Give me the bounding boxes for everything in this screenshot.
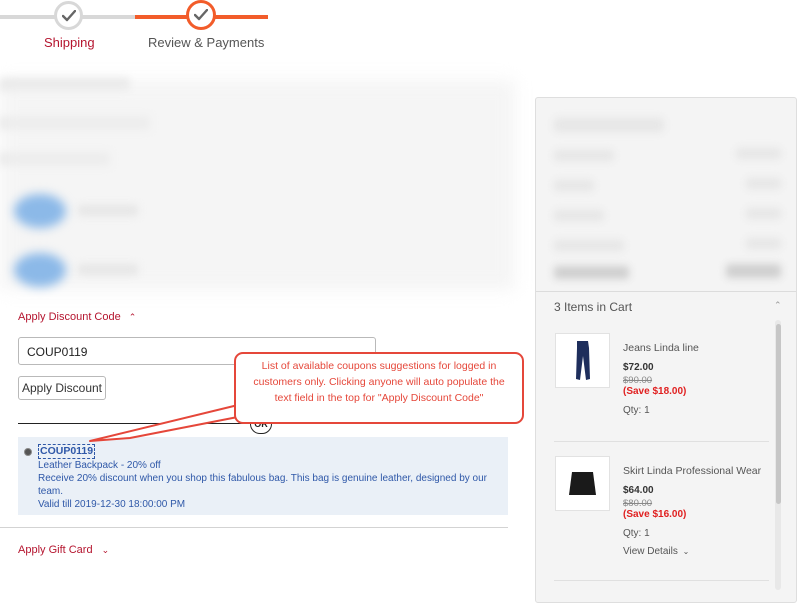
cart-item-savings: (Save $18.00): [623, 386, 687, 397]
jeans-image: [555, 333, 610, 388]
view-details-label: View Details: [623, 546, 678, 557]
view-details-toggle[interactable]: View Details ⌄: [623, 546, 689, 557]
blurred-summary-line: [554, 240, 624, 251]
blurred-summary-line: [746, 238, 781, 249]
blurred-summary-line: [736, 148, 781, 159]
apply-gift-card-label: Apply Gift Card: [18, 544, 93, 556]
order-summary-panel: 3 Items in Cart ⌃ Jeans Linda line $72.0…: [535, 97, 797, 603]
cart-item-name[interactable]: Skirt Linda Professional Wear: [623, 465, 761, 477]
cart-item-old-price: $90.00: [623, 375, 653, 386]
section-divider: [0, 527, 508, 528]
chevron-down-icon: ⌄: [682, 547, 690, 556]
blurred-summary-title: [554, 118, 664, 132]
blurred-summary-line: [554, 150, 614, 161]
apply-gift-card-toggle[interactable]: Apply Gift Card ⌄: [18, 544, 109, 556]
cart-item-price: $72.00: [623, 362, 654, 373]
cart-item-divider: [554, 580, 769, 581]
cart-item-qty: Qty: 1: [623, 405, 650, 416]
cart-item-old-price: $80.00: [623, 498, 653, 509]
cart-item-name[interactable]: Jeans Linda line: [623, 342, 699, 354]
blurred-summary-line: [746, 178, 781, 189]
skirt-image: [555, 456, 610, 511]
blurred-summary-total: [554, 266, 629, 279]
cart-item-price: $64.00: [623, 485, 654, 496]
cart-item-qty: Qty: 1: [623, 528, 650, 539]
chevron-up-icon: ⌃: [774, 300, 782, 310]
cart-item-savings: (Save $16.00): [623, 509, 687, 520]
cart-items-count: 3 Items in Cart: [554, 300, 633, 314]
chevron-down-icon: ⌄: [101, 545, 110, 555]
blurred-summary-total: [726, 264, 781, 278]
cart-item-divider: [554, 441, 769, 442]
blurred-summary-line: [554, 210, 604, 221]
blurred-summary-line: [746, 208, 781, 219]
annotation-callout: List of available coupons suggestions fo…: [234, 352, 524, 424]
cart-scrollbar-thumb[interactable]: [776, 324, 781, 504]
blurred-summary-line: [554, 180, 594, 191]
cart-items-header[interactable]: 3 Items in Cart ⌃: [536, 291, 796, 320]
